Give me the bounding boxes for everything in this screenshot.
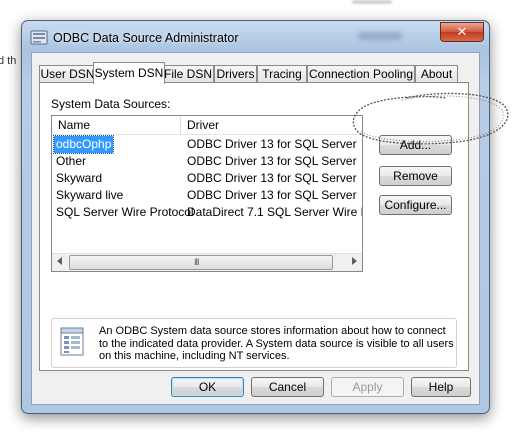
tab-file-dsn[interactable]: File DSN: [162, 65, 214, 83]
background-text: d th: [0, 55, 17, 67]
add-button[interactable]: Add...: [379, 135, 452, 155]
configure-button[interactable]: Configure...: [379, 195, 452, 215]
tab-system-dsn[interactable]: System DSN: [93, 62, 165, 84]
column-header-name[interactable]: Name: [52, 116, 180, 134]
apply-button[interactable]: Apply: [331, 377, 404, 397]
data-source-name: Skyward: [56, 171, 103, 185]
data-source-driver: ODBC Driver 13 for SQL Server: [187, 188, 357, 202]
data-source-list[interactable]: Name Driver odbcOphp ODBC Driver 13 for …: [51, 115, 363, 272]
data-source-name: Other: [56, 154, 87, 168]
info-box: An ODBC System data source stores inform…: [51, 318, 457, 368]
list-item[interactable]: Skyward live ODBC Driver 13 for SQL Serv…: [52, 187, 362, 204]
cancel-button[interactable]: Cancel: [251, 377, 324, 397]
background-blur: [352, 0, 392, 4]
scroll-grip-icon: III: [194, 257, 199, 267]
data-source-driver: ODBC Driver 13 for SQL Server: [187, 154, 357, 168]
title-bar[interactable]: ODBC Data Source Administrator ✕: [22, 21, 489, 53]
list-item[interactable]: odbcOphp ODBC Driver 13 for SQL Server: [52, 135, 362, 154]
scroll-thumb[interactable]: III: [69, 255, 333, 270]
data-source-name: odbcOphp: [52, 135, 115, 154]
help-button[interactable]: Help: [411, 377, 471, 397]
tab-connection-pooling[interactable]: Connection Pooling: [307, 65, 415, 83]
close-icon: ✕: [456, 24, 468, 39]
header-divider: [52, 134, 362, 135]
list-item[interactable]: SQL Server Wire Protocol DataDirect 7.1 …: [52, 204, 362, 221]
data-source-driver: ODBC Driver 13 for SQL Server: [187, 137, 357, 151]
data-source-driver: ODBC Driver 13 for SQL Server: [187, 171, 357, 185]
dialog-client: User DSN System DSN File DSN Drivers Tra…: [31, 52, 480, 405]
window-title: ODBC Data Source Administrator: [53, 31, 239, 45]
tab-user-dsn[interactable]: User DSN: [39, 65, 96, 83]
odbc-dialog: ODBC Data Source Administrator ✕ User DS…: [21, 20, 490, 414]
odbc-app-icon: [30, 30, 48, 45]
data-source-info-icon: [60, 327, 84, 356]
titlebar-blur: [358, 32, 402, 40]
tab-tracing[interactable]: Tracing: [257, 65, 307, 83]
horizontal-scrollbar[interactable]: III: [52, 253, 362, 271]
info-description: An ODBC System data source stores inform…: [99, 325, 454, 362]
scroll-right-arrow-icon[interactable]: [352, 257, 357, 265]
data-source-driver: DataDirect 7.1 SQL Server Wire Prot: [187, 205, 362, 219]
list-item[interactable]: Other ODBC Driver 13 for SQL Server: [52, 153, 362, 170]
column-header-driver[interactable]: Driver: [181, 116, 362, 134]
system-data-sources-label: System Data Sources:: [51, 97, 171, 111]
data-source-name: Skyward live: [56, 188, 124, 202]
system-dsn-panel: System Data Sources: Name Driver odbcOph…: [39, 82, 469, 371]
data-source-name: SQL Server Wire Protocol: [56, 205, 194, 219]
ok-button[interactable]: OK: [171, 377, 244, 397]
scroll-left-arrow-icon[interactable]: [57, 257, 62, 265]
remove-button[interactable]: Remove: [379, 166, 452, 186]
tab-about[interactable]: About: [415, 65, 458, 83]
list-item[interactable]: Skyward ODBC Driver 13 for SQL Server: [52, 170, 362, 187]
close-button[interactable]: ✕: [440, 22, 484, 42]
tab-drivers[interactable]: Drivers: [214, 65, 257, 83]
